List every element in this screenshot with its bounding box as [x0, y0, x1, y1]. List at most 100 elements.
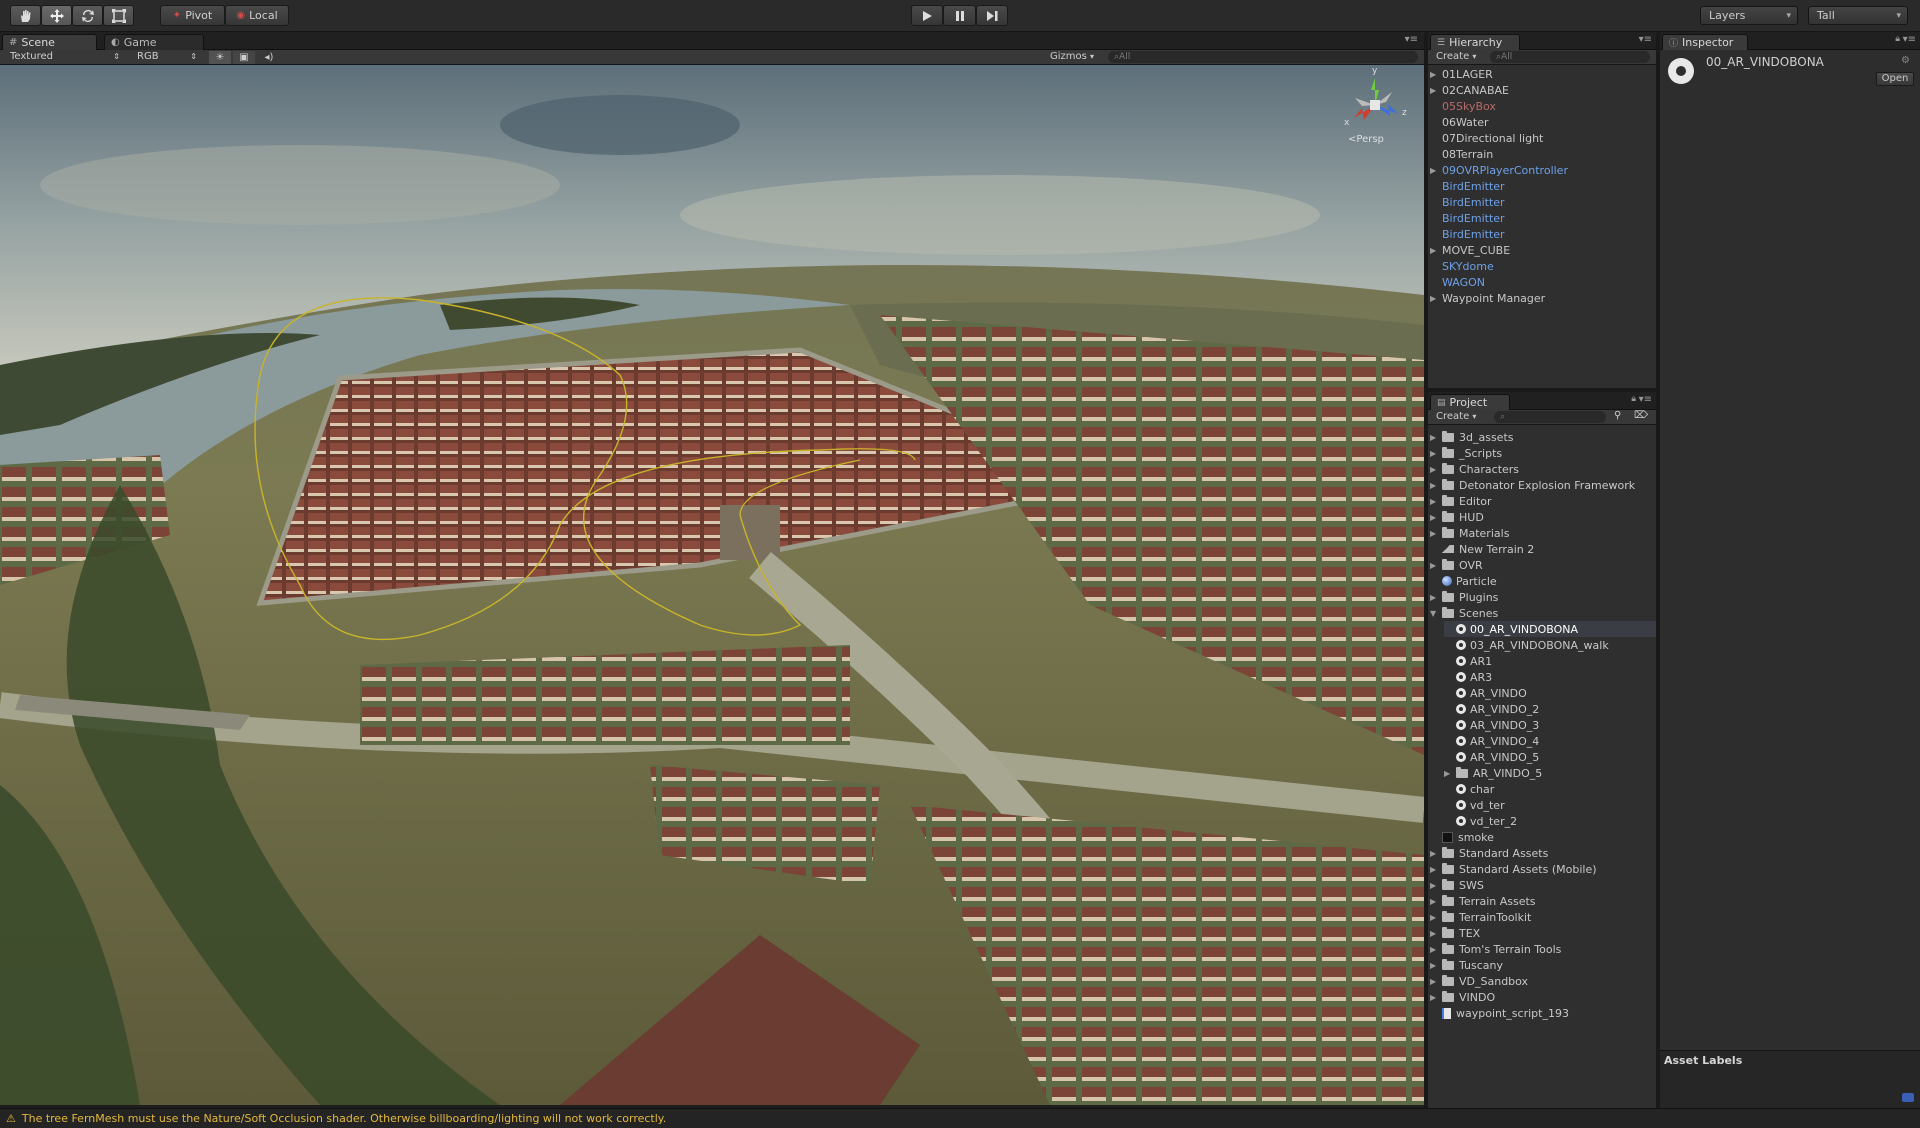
project-item[interactable]: vd_ter_2 [1444, 813, 1656, 829]
project-item[interactable]: 00_AR_VINDOBONA [1444, 621, 1656, 637]
project-item[interactable]: ▶ Characters [1430, 461, 1656, 477]
scene-viewport[interactable]: y z x <Persp [0, 65, 1424, 1105]
expand-arrow-icon[interactable]: ▶ [1430, 449, 1442, 458]
project-item[interactable]: char [1444, 781, 1656, 797]
hierarchy-item[interactable]: ▶ 09OVRPlayerController [1430, 162, 1568, 178]
audio-toggle[interactable]: ◂) [258, 51, 280, 64]
scene-search-input[interactable]: ⌕All [1108, 51, 1418, 63]
project-item[interactable]: New Terrain 2 [1430, 541, 1656, 557]
project-item[interactable]: ▶ SWS [1430, 877, 1656, 893]
hierarchy-item[interactable]: ▶ 02CANABAE [1430, 82, 1509, 98]
project-item[interactable]: ▶ _Scripts [1430, 445, 1656, 461]
project-item[interactable]: ▶ VINDO [1430, 989, 1656, 1005]
project-item[interactable]: ▶ Tom's Terrain Tools [1430, 941, 1656, 957]
project-item[interactable]: ▶ Plugins [1430, 589, 1656, 605]
hierarchy-item[interactable]: ▶ Waypoint Manager [1430, 290, 1545, 306]
project-item[interactable]: Particle [1430, 573, 1656, 589]
hierarchy-item[interactable]: SKYdome [1430, 258, 1494, 274]
project-item[interactable]: ▶ Standard Assets (Mobile) [1430, 861, 1656, 877]
rotate-tool-button[interactable] [72, 5, 103, 26]
project-item[interactable]: AR3 [1444, 669, 1656, 685]
project-item[interactable]: AR_VINDO_4 [1444, 733, 1656, 749]
project-item[interactable]: ▶ 3d_assets [1430, 429, 1656, 445]
filter-label-icon[interactable]: ⌦ [1634, 410, 1648, 421]
pause-button[interactable] [943, 5, 976, 26]
project-item[interactable]: ▶ HUD [1430, 509, 1656, 525]
scale-tool-button[interactable] [103, 5, 134, 26]
expand-arrow-icon[interactable]: ▶ [1430, 849, 1442, 858]
expand-arrow-icon[interactable]: ▶ [1430, 513, 1442, 522]
project-item[interactable]: AR1 [1444, 653, 1656, 669]
move-tool-button[interactable] [41, 5, 72, 26]
expand-arrow-icon[interactable]: ▶ [1430, 529, 1442, 538]
render-mode-dropdown[interactable]: Textured ⇕ [4, 50, 124, 64]
filter-type-icon[interactable]: ⚲ [1614, 410, 1621, 421]
step-button[interactable] [976, 5, 1008, 26]
expand-arrow-icon[interactable]: ▶ [1430, 433, 1442, 442]
tab-scene[interactable]: # Scene [2, 34, 97, 50]
expand-arrow-icon[interactable]: ▶ [1430, 561, 1442, 570]
project-item[interactable]: ▼ Scenes [1430, 605, 1656, 621]
hierarchy-menu-icon[interactable]: ▾≡ [1639, 34, 1652, 45]
hand-tool-button[interactable] [10, 5, 41, 26]
lock-icon[interactable]: 🔒︎ [1631, 394, 1636, 404]
project-menu-icon[interactable]: ▾≡ [1639, 394, 1652, 405]
expand-arrow-icon[interactable]: ▶ [1430, 897, 1442, 906]
project-item[interactable]: AR_VINDO [1444, 685, 1656, 701]
expand-arrow-icon[interactable]: ▶ [1430, 865, 1442, 874]
hierarchy-item[interactable]: ▶ MOVE_CUBE [1430, 242, 1510, 258]
open-button[interactable]: Open [1876, 72, 1914, 86]
hierarchy-item[interactable]: BirdEmitter [1430, 210, 1505, 226]
hierarchy-item[interactable]: 07Directional light [1430, 130, 1543, 146]
project-item[interactable]: ▶ AR_VINDO_5 [1444, 765, 1656, 781]
project-item[interactable]: AR_VINDO_3 [1444, 717, 1656, 733]
project-create-button[interactable]: Create ▾ [1436, 411, 1476, 422]
project-item[interactable]: ▶ Terrain Assets [1430, 893, 1656, 909]
project-item[interactable]: ▶ Standard Assets [1430, 845, 1656, 861]
expand-arrow-icon[interactable]: ▶ [1430, 945, 1442, 954]
asset-label-tag-icon[interactable] [1902, 1093, 1914, 1102]
hierarchy-item[interactable]: BirdEmitter [1430, 226, 1505, 242]
layers-dropdown[interactable]: Layers [1700, 6, 1798, 25]
expand-arrow-icon[interactable]: ▼ [1430, 609, 1442, 618]
hierarchy-item[interactable]: 06Water [1430, 114, 1489, 130]
project-item[interactable]: smoke [1430, 829, 1656, 845]
project-item[interactable]: ▶ Tuscany [1430, 957, 1656, 973]
hierarchy-item[interactable]: ▶ 01LAGER [1430, 66, 1493, 82]
tab-inspector[interactable]: ⓘ Inspector [1662, 34, 1748, 50]
project-item[interactable]: ▶ Materials [1430, 525, 1656, 541]
gizmos-dropdown[interactable]: Gizmos ▾ [1046, 50, 1106, 64]
play-button[interactable] [911, 5, 943, 26]
hierarchy-search-input[interactable]: ⌕All [1490, 51, 1650, 63]
local-toggle[interactable]: ◉ Local [225, 5, 289, 26]
tab-project[interactable]: ▤ Project [1430, 394, 1510, 410]
expand-arrow-icon[interactable]: ▶ [1430, 86, 1442, 95]
project-item[interactable]: ▶ Editor [1430, 493, 1656, 509]
inspector-menu-icon[interactable]: ▾≡ [1903, 34, 1916, 45]
scene-fx-toggle[interactable]: ▣ [233, 51, 255, 64]
project-item[interactable]: 03_AR_VINDOBONA_walk [1444, 637, 1656, 653]
hierarchy-create-button[interactable]: Create ▾ [1436, 51, 1476, 62]
project-item[interactable]: vd_ter [1444, 797, 1656, 813]
project-item[interactable]: ▶ OVR [1430, 557, 1656, 573]
layout-dropdown[interactable]: Tall [1808, 6, 1908, 25]
color-mode-dropdown[interactable]: RGB ⇕ [131, 50, 201, 64]
expand-arrow-icon[interactable]: ▶ [1430, 593, 1442, 602]
project-item[interactable]: ▶ TerrainToolkit [1430, 909, 1656, 925]
expand-arrow-icon[interactable]: ▶ [1430, 913, 1442, 922]
hierarchy-item[interactable]: BirdEmitter [1430, 194, 1505, 210]
project-item[interactable]: ▶ VD_Sandbox [1430, 973, 1656, 989]
panel-menu-icon[interactable]: ▾≡ [1405, 34, 1418, 45]
projection-toggle[interactable]: <Persp [1348, 134, 1384, 145]
console-status-bar[interactable]: ⚠ The tree FernMesh must use the Nature/… [0, 1108, 1920, 1128]
expand-arrow-icon[interactable]: ▶ [1430, 166, 1442, 175]
hierarchy-item[interactable]: 05SkyBox [1430, 98, 1496, 114]
inspector-lock-icon[interactable]: 🔒︎ [1895, 34, 1900, 44]
project-item[interactable]: ▶ TEX [1430, 925, 1656, 941]
expand-arrow-icon[interactable]: ▶ [1430, 70, 1442, 79]
hierarchy-item[interactable]: BirdEmitter [1430, 178, 1505, 194]
hierarchy-item[interactable]: 08Terrain [1430, 146, 1493, 162]
pivot-toggle[interactable]: ✦ Pivot [160, 5, 225, 26]
expand-arrow-icon[interactable]: ▶ [1430, 481, 1442, 490]
expand-arrow-icon[interactable]: ▶ [1430, 246, 1442, 255]
